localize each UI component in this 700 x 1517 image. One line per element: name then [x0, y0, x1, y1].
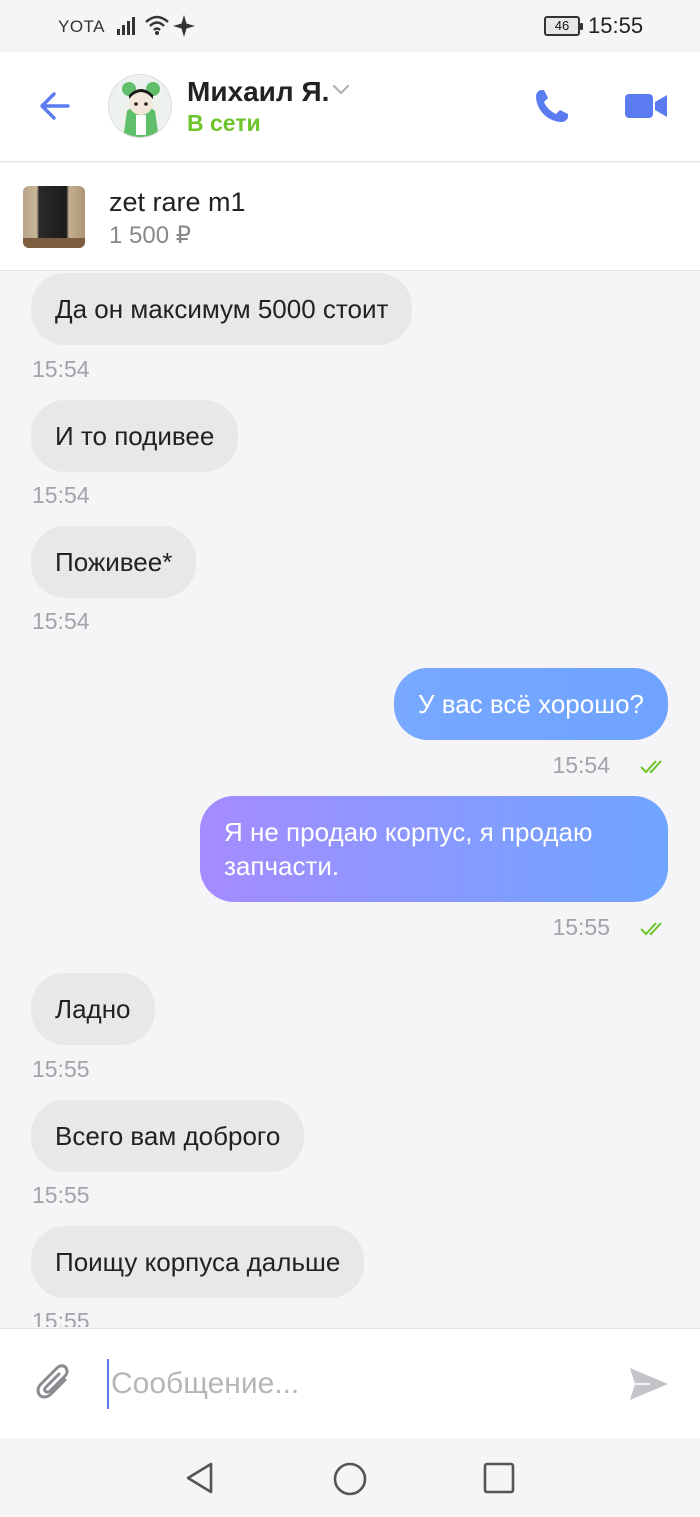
status-clock: 15:55	[588, 13, 644, 38]
chat-header: Михаил Я. В сети	[0, 52, 700, 162]
video-camera-icon[interactable]	[624, 90, 668, 122]
nav-home-icon[interactable]	[332, 1461, 368, 1497]
message-time: 15:55	[32, 1182, 90, 1208]
system-nav-bar	[0, 1439, 700, 1517]
product-price: 1 500 ₽	[109, 222, 191, 249]
message-bubble-incoming[interactable]: И то подивее	[31, 400, 239, 472]
message-time: 15:54	[552, 752, 610, 778]
contact-status: В сети	[187, 110, 261, 136]
message-bubble-incoming[interactable]: Да он максимум 5000 стоит	[31, 273, 413, 345]
message-list[interactable]: Да он максимум 5000 стоит 15:54 И то под…	[0, 272, 700, 1327]
nav-recent-icon[interactable]	[482, 1461, 516, 1495]
message-time: 15:55	[32, 1308, 90, 1327]
message-bubble-incoming[interactable]: Ладно	[31, 973, 155, 1045]
wifi-icon	[145, 15, 169, 35]
avatar[interactable]	[108, 74, 172, 138]
double-check-icon	[640, 760, 662, 774]
back-arrow-icon[interactable]	[36, 88, 72, 124]
message-time: 15:54	[32, 482, 90, 508]
double-check-icon	[640, 922, 662, 936]
message-bubble-incoming[interactable]: Всего вам доброго	[31, 1100, 305, 1172]
message-time: 15:55	[32, 1056, 90, 1082]
message-time: 15:55	[552, 914, 610, 940]
carrier-label: YOTA	[58, 17, 106, 36]
product-thumbnail	[23, 186, 85, 248]
message-input[interactable]	[107, 1359, 597, 1409]
composer-bar	[0, 1328, 700, 1438]
message-bubble-outgoing[interactable]: Я не продаю корпус, я продаю запчасти.	[200, 796, 668, 902]
message-bubble-incoming[interactable]: Поживее*	[31, 526, 197, 598]
contact-name[interactable]: Михаил Я.	[187, 76, 329, 108]
sparkle-icon	[173, 15, 195, 37]
product-card[interactable]: zet rare m1 1 500 ₽	[0, 163, 700, 271]
product-title: zet rare m1	[109, 187, 246, 217]
message-time: 15:54	[32, 356, 90, 382]
battery-icon: 46	[544, 16, 583, 36]
signal-icon	[117, 17, 135, 35]
message-time: 15:54	[32, 608, 90, 634]
message-bubble-incoming[interactable]: Поищу корпуса дальше	[31, 1226, 365, 1298]
status-bar: YOTA 46 15:55	[0, 0, 700, 52]
nav-back-icon[interactable]	[183, 1461, 217, 1495]
message-bubble-outgoing[interactable]: У вас всё хорошо?	[393, 668, 668, 740]
phone-icon[interactable]	[532, 86, 572, 126]
paperclip-icon[interactable]	[35, 1362, 75, 1406]
send-icon[interactable]	[628, 1364, 670, 1404]
chevron-down-icon[interactable]	[332, 84, 350, 96]
avatar-image	[109, 75, 171, 137]
